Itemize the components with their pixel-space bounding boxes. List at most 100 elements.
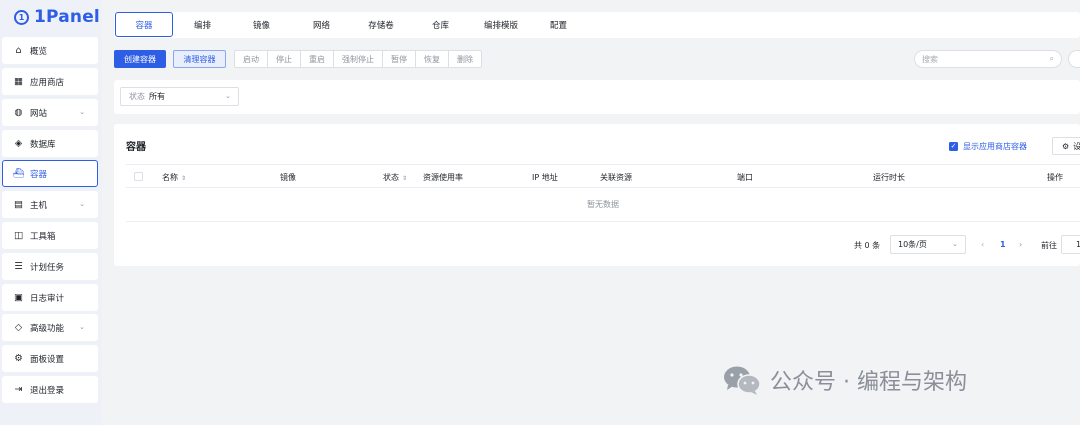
sidebar-item-database[interactable]: ◈ 数据库 (2, 130, 98, 157)
globe-icon: ◍ (14, 107, 23, 118)
search-input[interactable] (922, 54, 1050, 64)
sidebar-item-label: 工具箱 (30, 231, 56, 242)
search-icon[interactable]: ⌕ (1050, 54, 1054, 64)
sort-icon: ⇕ (402, 175, 408, 182)
logo-icon: 1 (14, 9, 29, 25)
clean-containers-button[interactable]: 清理容器 (173, 50, 226, 68)
page-number[interactable]: 1 (1000, 240, 1006, 249)
column-header-uptime: 运行时长 (873, 173, 905, 182)
sidebar-item-logs[interactable]: ▣ 日志审计 (2, 284, 98, 311)
gear-icon: ⚙ (14, 353, 23, 364)
app-name: 1Panel (34, 7, 100, 27)
watermark-text: 公众号 · 编程与架构 (770, 370, 967, 395)
show-store-label: 显示应用商店容器 (963, 142, 1027, 151)
sidebar-item-label: 应用商店 (30, 77, 65, 88)
sidebar-item-cron[interactable]: ☰ 计划任务 (2, 253, 98, 280)
tab-images[interactable]: 镜像 (239, 12, 284, 37)
sort-icon: ⇕ (181, 175, 187, 182)
list-icon: ☰ (14, 261, 23, 272)
chevron-down-icon: ⌄ (79, 200, 85, 208)
delete-button[interactable]: 删除 (449, 51, 481, 67)
grid-icon: ▦ (14, 76, 23, 87)
start-button[interactable]: 启动 (235, 51, 268, 67)
sidebar-item-settings[interactable]: ⚙ 面板设置 (2, 345, 98, 372)
card-title: 容器 (126, 142, 146, 153)
tab-containers[interactable]: 容器 (115, 12, 173, 37)
logout-icon: ⇥ (14, 384, 23, 395)
sidebar-item-overview[interactable]: ⌂ 概览 (2, 37, 98, 64)
sidebar-item-label: 主机 (30, 200, 48, 211)
tab-compose-templates[interactable]: 编排模版 (474, 12, 528, 37)
sidebar-item-host[interactable]: ▤ 主机 ⌄ (2, 191, 98, 218)
watermark: 公众号 · 编程与架构 (722, 364, 967, 396)
docker-icon: ⛴ (12, 168, 25, 179)
resume-button[interactable]: 恢复 (416, 51, 449, 67)
column-header-related: 关联资源 (600, 173, 632, 182)
pause-button[interactable]: 暂停 (383, 51, 416, 67)
log-icon: ▣ (14, 292, 23, 303)
tab-compose[interactable]: 编排 (180, 12, 225, 37)
next-page-button[interactable]: › (1019, 240, 1022, 249)
goto-label: 前往 (1041, 241, 1057, 250)
sidebar-item-label: 概览 (30, 46, 48, 57)
gear-icon: ⚙ (1062, 141, 1070, 151)
status-select[interactable]: 状态 所有 ⌄ (120, 87, 239, 106)
select-all-checkbox[interactable] (134, 172, 143, 181)
chevron-down-icon: ⌄ (952, 240, 958, 248)
empty-state: 暂无数据 (126, 188, 1080, 222)
sidebar-item-websites[interactable]: ◍ 网站 ⌄ (2, 99, 98, 126)
table-header: 名称 ⇕ 镜像 状态 ⇕ 资源使用率 IP 地址 关联资源 端口 运行时长 操作 (126, 164, 1080, 188)
status-label: 状态 (129, 92, 145, 101)
chevron-down-icon: ⌄ (225, 92, 231, 100)
chevron-down-icon: ⌄ (79, 323, 85, 331)
page-size-value: 10条/页 (898, 240, 927, 249)
force-stop-button[interactable]: 强制停止 (334, 51, 383, 67)
tab-networks[interactable]: 网络 (299, 12, 344, 37)
column-header-actions: 操作 (1047, 173, 1063, 182)
toolbox-icon: ◫ (14, 230, 23, 241)
sidebar-item-label: 计划任务 (30, 262, 65, 273)
wechat-icon (724, 366, 761, 395)
page-size-select[interactable]: 10条/页 ⌄ (890, 235, 966, 254)
tab-volumes[interactable]: 存储卷 (356, 12, 406, 37)
restart-button[interactable]: 重启 (301, 51, 334, 67)
prev-page-button[interactable]: ‹ (981, 240, 984, 249)
column-header-ports: 端口 (737, 173, 753, 182)
column-header-status[interactable]: 状态 ⇕ (383, 172, 407, 183)
database-icon: ◈ (14, 138, 23, 149)
sidebar-item-logout[interactable]: ⇥ 退出登录 (2, 376, 98, 403)
container-action-group: 启动 停止 重启 强制停止 暂停 恢复 删除 (234, 50, 482, 68)
stop-button[interactable]: 停止 (268, 51, 301, 67)
sidebar-item-label: 日志审计 (30, 293, 65, 304)
sidebar-item-app-store[interactable]: ▦ 应用商店 (2, 68, 98, 95)
show-store-containers-toggle[interactable]: ✓ 显示应用商店容器 (949, 141, 1027, 152)
column-header-resources: 资源使用率 (423, 173, 463, 182)
container-list-card: 容器 ✓ 显示应用商店容器 ⚙ 设 名称 ⇕ 镜像 状态 ⇕ 资源使用率 IP 地址… (114, 124, 1080, 266)
chevron-down-icon: ⌄ (79, 108, 85, 116)
pagination-total: 共 0 条 (854, 241, 881, 250)
sidebar-item-label: 网站 (30, 108, 48, 119)
column-header-image: 镜像 (280, 173, 296, 182)
tab-repos[interactable]: 仓库 (418, 12, 463, 37)
sidebar-item-label: 退出登录 (30, 385, 65, 396)
sidebar-item-label: 高级功能 (30, 323, 65, 334)
column-settings-button[interactable]: ⚙ 设 (1052, 137, 1080, 155)
column-header-ip: IP 地址 (532, 173, 558, 182)
sidebar-item-advanced[interactable]: ◇ 高级功能 ⌄ (2, 314, 98, 341)
checkbox-checked-icon[interactable]: ✓ (949, 142, 958, 151)
filter-panel: 状态 所有 ⌄ (114, 80, 1080, 114)
server-icon: ▤ (14, 199, 23, 210)
sidebar-item-containers[interactable]: ⛴ 容器 (2, 160, 98, 187)
goto-page-value: 1 (1076, 240, 1080, 249)
logo[interactable]: 1 1Panel (14, 6, 100, 28)
home-icon: ⌂ (15, 45, 22, 56)
create-container-button[interactable]: 创建容器 (114, 50, 166, 68)
tab-config[interactable]: 配置 (536, 12, 581, 37)
search-box: ⌕ (914, 50, 1062, 68)
goto-page-input[interactable]: 1 (1061, 235, 1080, 254)
sidebar: 1 1Panel ⌂ 概览 ▦ 应用商店 ◍ 网站 ⌄ ◈ 数据库 ⛴ 容器 ▤… (0, 0, 102, 425)
refresh-button[interactable] (1068, 50, 1080, 68)
settings-label: 设 (1073, 141, 1080, 151)
sidebar-item-toolbox[interactable]: ◫ 工具箱 (2, 222, 98, 249)
column-header-name[interactable]: 名称 ⇕ (162, 172, 186, 183)
